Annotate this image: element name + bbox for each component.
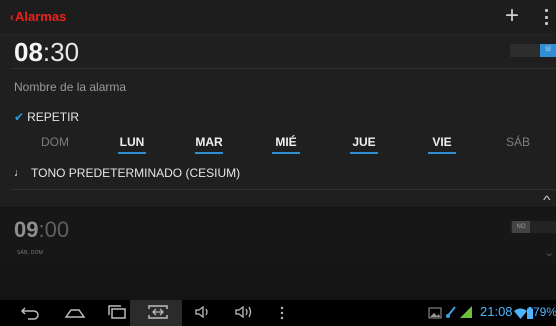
collapse-icon[interactable]: ^ xyxy=(543,193,550,207)
day-friday[interactable]: VIE xyxy=(420,135,464,154)
overflow-menu-icon[interactable] xyxy=(544,9,548,25)
signal-icon xyxy=(459,305,473,324)
alarm-switch-label: NO xyxy=(512,221,530,233)
more-icon[interactable] xyxy=(280,306,284,325)
check-icon: ✔ xyxy=(14,110,25,124)
home-icon[interactable] xyxy=(64,303,86,326)
expand-icon[interactable]: ⌄ xyxy=(544,248,555,259)
status-time: 21:08 xyxy=(480,304,513,319)
usb-debug-icon xyxy=(445,305,457,324)
day-sunday[interactable]: DOM xyxy=(33,135,77,149)
screenshot-icon[interactable] xyxy=(147,304,169,325)
gallery-icon xyxy=(428,306,442,324)
alarm-minute: :30 xyxy=(42,37,80,67)
alarm-hour: 08 xyxy=(14,37,43,67)
repeat-checkbox[interactable]: ✔ REPETIR xyxy=(14,110,79,124)
battery-percentage: 79% xyxy=(533,305,556,319)
back-button[interactable]: ‹Alarmas xyxy=(10,9,66,24)
alarm-minute: :00 xyxy=(38,217,70,242)
ringtone-label: TONO PREDETERMINADO (CESIUM) xyxy=(31,166,241,180)
back-icon[interactable] xyxy=(20,303,40,326)
ringtone-selector[interactable]: ♩ TONO PREDETERMINADO (CESIUM) xyxy=(14,166,240,180)
alarm-switch-label: SÍ xyxy=(540,44,556,57)
day-thursday[interactable]: JUE xyxy=(342,135,386,154)
alarm-switch[interactable]: NO xyxy=(510,221,556,233)
alarm-time[interactable]: 09:00 xyxy=(14,218,69,242)
chevron-left-icon: ‹ xyxy=(10,10,14,24)
day-tuesday[interactable]: MAR xyxy=(187,135,231,154)
volume-down-icon[interactable] xyxy=(193,304,213,325)
repeat-label: REPETIR xyxy=(27,110,80,124)
action-bar xyxy=(0,0,556,35)
wifi-icon xyxy=(514,306,527,324)
divider xyxy=(10,68,556,69)
day-saturday[interactable]: SÁB xyxy=(496,135,540,149)
day-wednesday[interactable]: MIÉ xyxy=(264,135,308,154)
divider xyxy=(10,189,556,190)
music-note-icon: ♩ xyxy=(14,167,25,179)
alarm-days-summary: SÁB, DOM xyxy=(17,250,44,256)
alarm-hour: 09 xyxy=(14,217,39,242)
alarm-switch[interactable]: SÍ xyxy=(510,44,556,57)
volume-up-icon[interactable] xyxy=(233,304,255,325)
page-title: Alarmas xyxy=(15,9,67,24)
alarm-name-field[interactable]: Nombre de la alarma xyxy=(14,80,126,94)
alarm-card-collapsed xyxy=(0,209,556,265)
alarm-time[interactable]: 08:30 xyxy=(14,37,79,67)
day-monday[interactable]: LUN xyxy=(110,135,154,154)
add-alarm-button[interactable]: + xyxy=(505,3,519,29)
recent-apps-icon[interactable] xyxy=(107,303,127,326)
alarm-card-expanded xyxy=(0,35,556,207)
